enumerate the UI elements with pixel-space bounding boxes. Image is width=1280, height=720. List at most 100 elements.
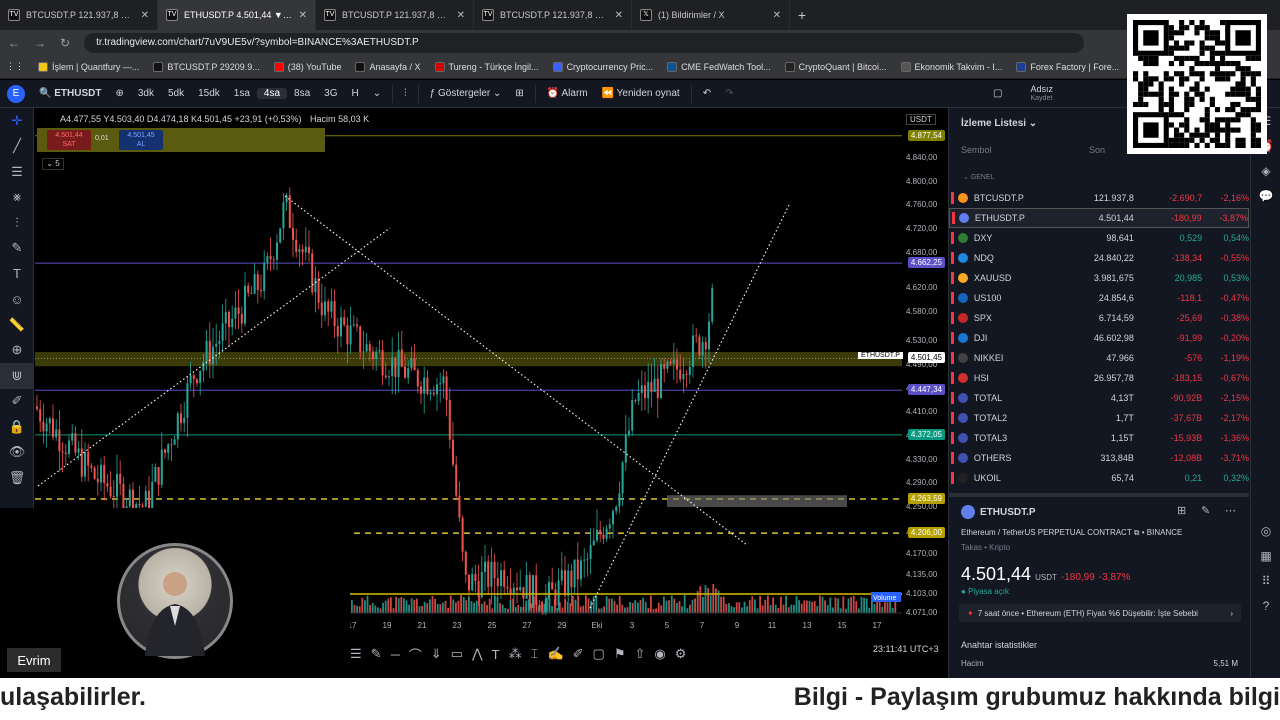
rectangle-icon[interactable]: ▭ — [451, 646, 463, 662]
tab-close-icon[interactable]: ✕ — [615, 10, 623, 21]
replay-button[interactable]: ⏪ Yeniden oynat — [595, 88, 687, 99]
details-symbol-button[interactable]: ETHUSDT.P — [961, 505, 1036, 519]
curve-icon[interactable]: ⌒ — [409, 645, 422, 664]
up-arrow-icon[interactable]: ⇧ — [634, 646, 645, 662]
crosshair-icon[interactable]: ✛ — [0, 108, 34, 134]
bookmark-item[interactable]: BTCUSDT.P 29209.9... — [153, 61, 260, 72]
watchlist-row[interactable]: US100 24.854,6 -118,1 -0,47% — [949, 288, 1249, 308]
row-flag-icon[interactable] — [951, 432, 954, 444]
redo-icon[interactable]: ↷ — [718, 88, 740, 99]
watchlist-row[interactable]: ETHUSDT.P 4.501,44 -180,99 -3,87% — [949, 208, 1249, 228]
draw-mode-icon[interactable]: ✐ — [0, 389, 34, 415]
tab-close-icon[interactable]: ✕ — [299, 10, 307, 21]
row-flag-icon[interactable] — [951, 312, 954, 324]
chart-clock[interactable]: 23:11:41 UTC+3 — [873, 644, 939, 654]
details-description[interactable]: Ethereum / TetherUS PERPETUAL CONTRACT — [961, 528, 1132, 537]
watchlist-title-button[interactable]: İzleme Listesi ⌄ — [961, 118, 1037, 129]
browser-tab[interactable]: 𝕏 (1) Bildirimler / X ✕ — [632, 0, 790, 30]
watchlist-row[interactable]: OTHERS 313,84B -12,08B -3,71% — [949, 448, 1249, 468]
arrow-down-icon[interactable]: ⇓ — [431, 646, 442, 662]
lock-icon[interactable]: 🔒 — [0, 414, 34, 440]
row-flag-icon[interactable] — [951, 272, 954, 284]
apps-grid-icon[interactable]: ⠿ — [1251, 568, 1280, 593]
bookmark-item[interactable]: Tureng - Türkçe İngil... — [434, 61, 539, 72]
help-icon[interactable]: ? — [1251, 593, 1280, 618]
browser-tab[interactable]: TV ETHUSDT.P 4.501,44 ▼ −3.87% ✕ — [158, 0, 316, 30]
grid-icon[interactable]: ⊞ — [1177, 504, 1186, 517]
row-flag-icon[interactable] — [951, 232, 954, 244]
interval-4sa[interactable]: 4sa — [256, 88, 288, 99]
flag-icon[interactable]: ⚑ — [614, 646, 626, 662]
bookmark-item[interactable]: Anasayfa / X — [355, 61, 421, 72]
pattern-tool-icon[interactable]: ⁂ — [509, 646, 522, 662]
undo-icon[interactable]: ↶ — [696, 88, 718, 99]
path-icon[interactable]: ⋀ — [472, 646, 483, 662]
row-flag-icon[interactable] — [951, 192, 954, 204]
row-flag-icon[interactable] — [951, 372, 954, 384]
bookmark-item[interactable]: Forex Factory | Fore... — [1016, 61, 1119, 72]
magnet-icon[interactable]: ⋓ — [0, 363, 34, 389]
pattern-icon[interactable]: ⨳ — [0, 185, 34, 211]
interval-dropdown-icon[interactable]: ⌄ — [366, 88, 388, 99]
eye-tool-icon[interactable]: ◉ — [654, 646, 665, 662]
eye-icon[interactable]: 👁 — [0, 440, 34, 466]
chat-icon[interactable]: 💬 — [1251, 183, 1280, 208]
interval-15dk[interactable]: 15dk — [191, 88, 227, 99]
row-flag-icon[interactable] — [951, 392, 954, 404]
browser-tab[interactable]: TV BTCUSDT.P 121.937,8 ▼ −2.16% ✕ — [474, 0, 632, 30]
row-flag-icon[interactable] — [951, 452, 954, 464]
pencil-icon[interactable]: ✎ — [371, 646, 382, 662]
tab-close-icon[interactable]: ✕ — [457, 10, 465, 21]
row-flag-icon[interactable] — [952, 212, 955, 224]
measure-icon[interactable]: ⌶ — [531, 646, 539, 662]
interval-3G[interactable]: 3G — [317, 88, 344, 99]
interval-5dk[interactable]: 5dk — [161, 88, 191, 99]
text-icon[interactable]: T — [0, 261, 34, 287]
line-icon[interactable]: ─ — [391, 647, 400, 662]
url-field[interactable]: tr.tradingview.com/chart/7uV9UE5v/?symbo… — [84, 32, 1085, 53]
more-icon[interactable]: ⋯ — [1225, 504, 1236, 517]
add-symbol-icon[interactable]: ⊕ — [108, 88, 130, 99]
calendar-icon[interactable]: ▦ — [1251, 543, 1280, 568]
note-icon[interactable]: ▢ — [593, 646, 605, 662]
target-icon[interactable]: ◎ — [1251, 518, 1280, 543]
bookmark-item[interactable]: İşlem | Quantfury —... — [38, 61, 139, 72]
edit-icon[interactable]: ✎ — [1201, 504, 1210, 517]
watchlist-row[interactable]: SPX 6.714,59 -25,69 -0,38% — [949, 308, 1249, 328]
bookmark-item[interactable]: CryptoQuant | Bitcoi... — [784, 61, 887, 72]
symbol-search-button[interactable]: 🔍 ETHUSDT — [32, 88, 108, 99]
interval-8sa[interactable]: 8sa — [287, 88, 317, 99]
watchlist-row[interactable]: TOTAL 4,13T -90,92B -2,15% — [949, 388, 1249, 408]
layers-icon[interactable]: ◈ — [1251, 158, 1280, 183]
bookmark-item[interactable]: CME FedWatch Tool... — [667, 61, 771, 72]
bookmark-item[interactable]: (38) YouTube — [273, 61, 341, 72]
watchlist-row[interactable]: TOTAL3 1,15T -15,93B -1,36% — [949, 428, 1249, 448]
highlighter-icon[interactable]: ✐ — [573, 646, 584, 662]
apps-icon[interactable]: ⋮⋮ — [6, 61, 24, 72]
interval-1sa[interactable]: 1sa — [227, 88, 257, 99]
text-tool-icon[interactable]: T — [492, 647, 500, 662]
watchlist-row[interactable]: DXY 98,641 0,529 0,54% — [949, 228, 1249, 248]
tab-close-icon[interactable]: ✕ — [141, 10, 149, 21]
interval-3dk[interactable]: 3dk — [131, 88, 161, 99]
prediction-icon[interactable]: ⫶ — [0, 210, 34, 236]
watchlist-row[interactable]: TOTAL2 1,7T -37,67B -2,17% — [949, 408, 1249, 428]
watchlist-row[interactable]: HSI 26.957,78 -183,15 -0,67% — [949, 368, 1249, 388]
watchlist-row[interactable]: NDQ 24.840,22 -138,34 -0,55% — [949, 248, 1249, 268]
row-flag-icon[interactable] — [951, 412, 954, 424]
news-item[interactable]: ✦ 7 saat önce • Ethereum (ETH) Fiyatı %6… — [959, 604, 1241, 622]
row-flag-icon[interactable] — [951, 252, 954, 264]
tab-close-icon[interactable]: ✕ — [773, 10, 781, 21]
sell-button[interactable]: 4.501,44 SAT — [47, 130, 91, 150]
resistance-zone[interactable] — [35, 352, 902, 367]
col-symbol[interactable]: Sembol — [961, 145, 992, 155]
section-header[interactable]: ⌄ GENEL — [963, 173, 995, 181]
layout-name-button[interactable]: Adsız Kaydet — [1023, 84, 1060, 104]
ruler-icon[interactable]: 📏 — [0, 312, 34, 338]
watchlist-row[interactable]: BTCUSDT.P 121.937,8 -2.690,7 -2,16% — [949, 188, 1249, 208]
menu-icon[interactable]: ☰ — [350, 646, 362, 662]
bookmark-item[interactable]: Cryptocurrency Pric... — [552, 61, 653, 72]
alarm-button[interactable]: ⏰ Alarm — [540, 88, 595, 99]
brush-tool-icon[interactable]: ✍ — [547, 646, 563, 662]
templates-icon[interactable]: ⊞ — [508, 88, 530, 99]
